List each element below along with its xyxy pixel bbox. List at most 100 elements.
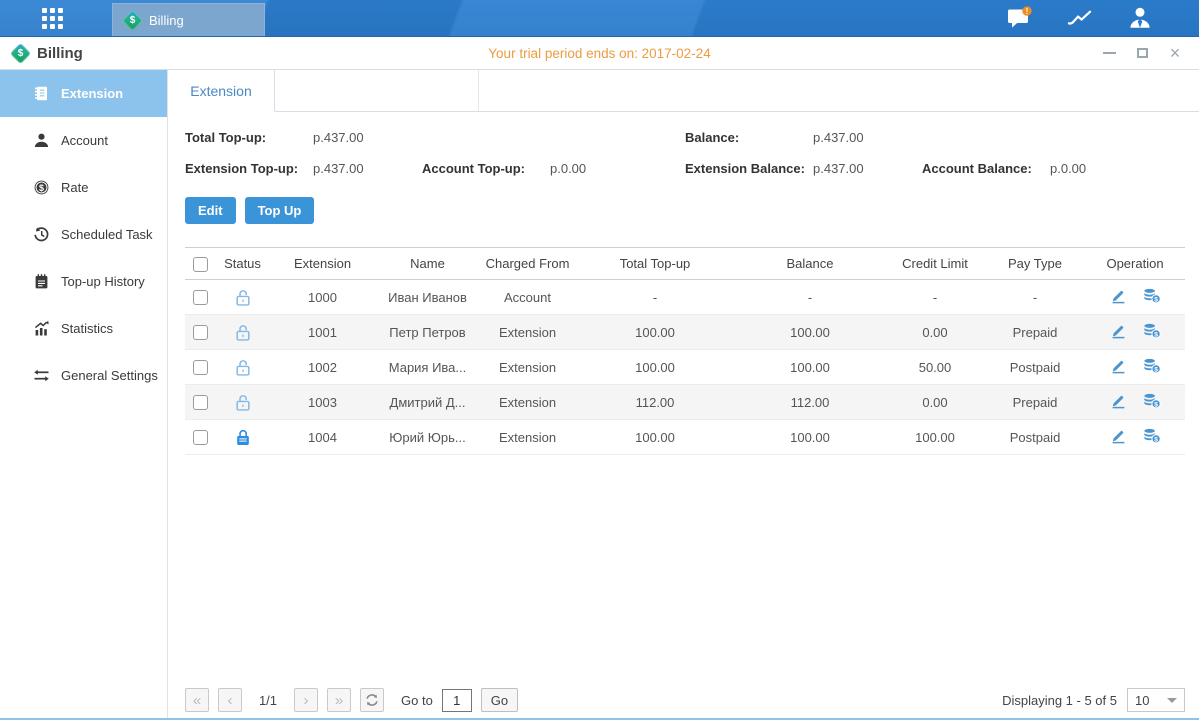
svg-text:$: $: [1154, 366, 1158, 373]
person-icon: [33, 132, 50, 149]
row-checkbox[interactable]: [193, 360, 208, 375]
summary-panel: Total Top-up: p.437.00 Extension Top-up:…: [185, 122, 1185, 184]
minimize-icon: [1103, 52, 1116, 54]
pagination-bar: « ‹ 1/1 › » Go to Go Displaying 1 - 5 of…: [185, 688, 1185, 712]
app-launcher-button[interactable]: [34, 3, 70, 33]
svg-text:$: $: [1154, 331, 1158, 338]
edit-pencil-icon[interactable]: [1110, 287, 1128, 304]
minimize-button[interactable]: [1101, 45, 1117, 61]
top-up-button[interactable]: Top Up: [245, 197, 315, 224]
column-header-name: Name: [375, 248, 480, 280]
sidebar-item-statistics[interactable]: Statistics: [0, 305, 167, 352]
prev-page-button[interactable]: ‹: [218, 688, 242, 712]
table-row: 1003Дмитрий Д...Extension112.00112.000.0…: [185, 385, 1185, 420]
page-size-select[interactable]: 10: [1127, 688, 1185, 712]
column-header-charged-from: Charged From: [480, 248, 575, 280]
column-header-extension: Extension: [270, 248, 375, 280]
close-button[interactable]: ×: [1167, 45, 1183, 61]
goto-label: Go to: [401, 693, 433, 708]
extension-balance-value: p.437.00: [813, 161, 922, 176]
topup-coins-icon[interactable]: $: [1143, 322, 1161, 339]
cell-charged-from: Extension: [480, 385, 575, 420]
coin-icon: $: [33, 179, 50, 196]
svg-text:$: $: [1154, 296, 1158, 303]
column-header-total-topup: Total Top-up: [575, 248, 735, 280]
svg-text:$: $: [1154, 436, 1158, 443]
cell-credit-limit: -: [885, 280, 985, 315]
svg-text:$: $: [1154, 401, 1158, 408]
stats-icon: [33, 320, 50, 337]
sidebar-item-extension[interactable]: Extension: [0, 70, 167, 117]
cell-name: Мария Ива...: [375, 350, 480, 385]
first-page-button[interactable]: «: [185, 688, 209, 712]
cell-pay-type: Postpaid: [985, 350, 1085, 385]
lock-open-icon[interactable]: [234, 359, 252, 376]
cell-name: Петр Петров: [375, 315, 480, 350]
table-row: 1002Мария Ива...Extension100.00100.0050.…: [185, 350, 1185, 385]
cell-name: Иван Иванов: [375, 280, 480, 315]
lock-open-icon[interactable]: [234, 324, 252, 341]
cell-charged-from: Extension: [480, 350, 575, 385]
topup-coins-icon[interactable]: $: [1143, 287, 1161, 304]
sidebar-item-account[interactable]: Account: [0, 117, 167, 164]
edit-pencil-icon[interactable]: [1110, 392, 1128, 409]
user-account-icon[interactable]: [1127, 6, 1153, 30]
notifications-message-icon[interactable]: !: [1007, 6, 1033, 30]
next-page-button[interactable]: ›: [294, 688, 318, 712]
cell-extension: 1001: [270, 315, 375, 350]
goto-page-input[interactable]: [442, 689, 472, 712]
app-tab-label: Billing: [149, 13, 184, 28]
table-row: 1000Иван ИвановAccount----$: [185, 280, 1185, 315]
billing-diamond-icon: $: [10, 42, 31, 63]
tab-extension[interactable]: Extension: [168, 70, 275, 112]
sidebar-item-top-up-history[interactable]: Top-up History: [0, 258, 167, 305]
lock-open-icon[interactable]: [234, 394, 252, 411]
sidebar-item-general-settings[interactable]: General Settings: [0, 352, 167, 399]
row-checkbox[interactable]: [193, 290, 208, 305]
history-icon: [33, 226, 50, 243]
cell-balance: 100.00: [735, 420, 885, 455]
sidebar-item-label: Rate: [61, 180, 88, 195]
cell-name: Дмитрий Д...: [375, 385, 480, 420]
maximize-button[interactable]: [1134, 45, 1150, 61]
row-checkbox[interactable]: [193, 395, 208, 410]
select-all-checkbox[interactable]: [193, 257, 208, 272]
lock-closed-icon[interactable]: [234, 429, 252, 446]
extension-table-body: 1000Иван ИвановAccount----$1001Петр Петр…: [185, 280, 1185, 455]
edit-pencil-icon[interactable]: [1110, 322, 1128, 339]
table-row: 1001Петр ПетровExtension100.00100.000.00…: [185, 315, 1185, 350]
edit-pencil-icon[interactable]: [1110, 357, 1128, 374]
sidebar-item-rate[interactable]: $ Rate: [0, 164, 167, 211]
go-button[interactable]: Go: [481, 688, 518, 712]
column-header-status: Status: [215, 248, 270, 280]
cell-credit-limit: 50.00: [885, 350, 985, 385]
cell-total-topup: -: [575, 280, 735, 315]
topup-coins-icon[interactable]: $: [1143, 392, 1161, 409]
row-checkbox[interactable]: [193, 430, 208, 445]
cell-extension: 1000: [270, 280, 375, 315]
topup-coins-icon[interactable]: $: [1143, 357, 1161, 374]
refresh-button[interactable]: [360, 688, 384, 712]
sidebar: ExtensionAccount $ Rate Scheduled Task Top-u…: [0, 70, 168, 718]
sidebar-item-scheduled-task[interactable]: Scheduled Task: [0, 211, 167, 258]
cell-balance: 112.00: [735, 385, 885, 420]
extension-balance-label: Extension Balance:: [685, 161, 813, 176]
resource-monitor-chart-icon[interactable]: [1067, 6, 1093, 30]
sidebar-item-label: Top-up History: [61, 274, 145, 289]
sidebar-item-label: General Settings: [61, 368, 158, 383]
lock-open-icon[interactable]: [234, 289, 252, 306]
account-topup-value: p.0.00: [550, 161, 659, 176]
row-checkbox[interactable]: [193, 325, 208, 340]
edit-button[interactable]: Edit: [185, 197, 236, 224]
cell-total-topup: 100.00: [575, 420, 735, 455]
cell-pay-type: Postpaid: [985, 420, 1085, 455]
edit-pencil-icon[interactable]: [1110, 427, 1128, 444]
page-size-value: 10: [1135, 693, 1149, 708]
app-tab-billing[interactable]: $ Billing: [112, 3, 265, 36]
last-page-button[interactable]: »: [327, 688, 351, 712]
account-balance-label: Account Balance:: [922, 161, 1050, 176]
topup-coins-icon[interactable]: $: [1143, 427, 1161, 444]
cell-total-topup: 100.00: [575, 315, 735, 350]
cell-charged-from: Extension: [480, 420, 575, 455]
account-balance-value: p.0.00: [1050, 161, 1159, 176]
